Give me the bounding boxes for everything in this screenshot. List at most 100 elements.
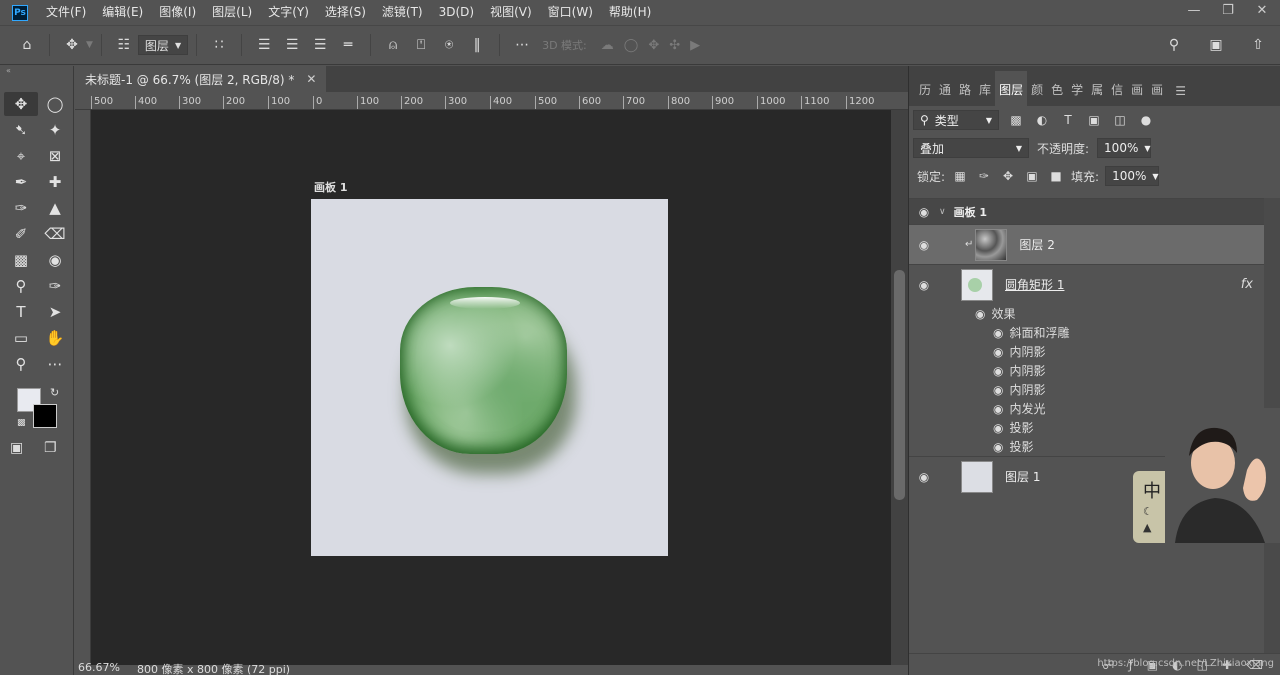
workspace-icon[interactable]: ▣ — [1205, 34, 1227, 56]
shape-filter-icon[interactable]: ▣ — [1085, 113, 1103, 127]
eye-icon[interactable]: ◉ — [993, 402, 1003, 416]
auto-select-icon[interactable]: ☷ — [113, 34, 135, 56]
more-options-icon[interactable]: ⋯ — [511, 34, 533, 56]
vertical-scrollbar[interactable] — [891, 110, 908, 665]
align-center-icon[interactable]: ☰ — [281, 34, 303, 56]
menu-edit[interactable]: 编辑(E) — [94, 0, 151, 25]
effects-header[interactable]: ◉ 效果 — [909, 304, 1265, 323]
type-filter-icon[interactable]: T — [1059, 113, 1077, 127]
eyedropper-icon[interactable]: ✒ — [4, 170, 38, 194]
layer-row[interactable]: ◉ ↵ 图层 2 — [909, 224, 1265, 264]
menu-window[interactable]: 窗口(W) — [540, 0, 601, 25]
crop-tool-icon[interactable]: ⌖ — [4, 144, 38, 168]
blur-tool-icon[interactable]: ◉ — [38, 248, 72, 272]
menu-3d[interactable]: 3D(D) — [431, 0, 482, 25]
skin-icon[interactable]: ▲ — [1143, 521, 1151, 534]
eye-icon[interactable]: ◉ — [993, 383, 1003, 397]
document-tab[interactable]: 未标题-1 @ 66.7% (图层 2, RGB/8) * ✕ — [75, 66, 327, 92]
healing-brush-icon[interactable]: ✚ — [38, 170, 72, 194]
pen-tool-icon[interactable]: ✑ — [38, 274, 72, 298]
punctuation-icon[interactable]: ☾ — [1143, 505, 1153, 518]
swap-colors-icon[interactable]: ↻ — [50, 386, 59, 399]
filter-kind-dropdown[interactable]: ⚲ 类型 ▼ — [913, 110, 999, 130]
eye-icon[interactable]: ◉ — [993, 440, 1003, 454]
layer-name[interactable]: 图层 2 — [1019, 236, 1054, 253]
layer-group-row[interactable]: ◉ ∨ 画板 1 — [909, 198, 1265, 224]
eye-icon[interactable]: ◉ — [975, 307, 985, 321]
lock-all-icon[interactable]: ■ — [1047, 169, 1065, 183]
layer-fx-badge[interactable]: fx — [1241, 277, 1253, 292]
lock-transparent-icon[interactable]: ▦ — [951, 169, 969, 183]
menu-layer[interactable]: 图层(L) — [204, 0, 260, 25]
align-left-icon[interactable]: ☰ — [253, 34, 275, 56]
menu-image[interactable]: 图像(I) — [151, 0, 204, 25]
tab-libraries[interactable]: 库 — [975, 81, 995, 106]
menu-file[interactable]: 文件(F) — [38, 0, 94, 25]
layer-row[interactable]: ◉ 圆角矩形 1 fx — [909, 264, 1265, 304]
scrollbar-thumb[interactable] — [894, 270, 905, 500]
brush-tool-icon[interactable]: ✑ — [4, 196, 38, 220]
adjustment-filter-icon[interactable]: ◐ — [1033, 113, 1051, 127]
ime-mode[interactable]: 中 — [1143, 477, 1161, 503]
menu-help[interactable]: 帮助(H) — [601, 0, 659, 25]
fill-field[interactable]: 100% ▼ — [1105, 166, 1160, 186]
document-info[interactable]: 800 像素 x 800 像素 (72 ppi) — [137, 661, 290, 675]
eraser-icon[interactable]: ⌫ — [38, 222, 72, 246]
blend-mode-dropdown[interactable]: 叠加 ▼ — [913, 138, 1029, 158]
eye-icon[interactable]: ◉ — [909, 278, 939, 292]
distribute-icon[interactable]: ═ — [337, 34, 359, 56]
align-top-icon[interactable]: ⍝ — [382, 34, 404, 56]
eye-icon[interactable]: ◉ — [993, 345, 1003, 359]
tab-info[interactable]: 信 — [1107, 81, 1127, 106]
tab-brush-settings[interactable]: 画 — [1147, 81, 1167, 106]
eye-icon[interactable]: ◉ — [909, 205, 939, 219]
smart-object-filter-icon[interactable]: ◫ — [1111, 113, 1129, 127]
pixel-filter-icon[interactable]: ▩ — [1007, 113, 1025, 127]
quick-mask-icon[interactable]: ▣ — [10, 440, 23, 456]
move-tool-icon[interactable]: ✥ — [4, 92, 38, 116]
search-icon[interactable]: ⚲ — [1163, 34, 1185, 56]
lock-pixels-icon[interactable]: ✑ — [975, 169, 993, 183]
menu-filter[interactable]: 滤镜(T) — [374, 0, 431, 25]
magic-wand-icon[interactable]: ✦ — [38, 118, 72, 142]
marquee-tool-icon[interactable]: ◯ — [38, 92, 72, 116]
close-icon[interactable]: ✕ — [306, 72, 316, 86]
menu-select[interactable]: 选择(S) — [317, 0, 374, 25]
tab-brushes[interactable]: 画 — [1127, 81, 1147, 106]
tab-paths[interactable]: 路 — [955, 81, 975, 106]
effect-item[interactable]: ◉ 斜面和浮雕 — [909, 323, 1265, 342]
auto-select-dropdown[interactable]: 图层 ▼ — [137, 35, 189, 55]
artboard[interactable] — [311, 199, 668, 556]
distribute-vertical-icon[interactable]: ‖ — [466, 34, 488, 56]
menu-type[interactable]: 文字(Y) — [260, 0, 317, 25]
artboard-label[interactable]: 画板 1 — [314, 179, 347, 195]
restore-icon[interactable]: ❐ — [1218, 3, 1238, 18]
gradient-tool-icon[interactable]: ▩ — [4, 248, 38, 272]
canvas-area[interactable]: 画板 1 — [91, 110, 891, 665]
tab-channels[interactable]: 通 — [935, 81, 955, 106]
default-colors-icon[interactable]: ▩ — [17, 418, 26, 428]
history-brush-icon[interactable]: ✐ — [4, 222, 38, 246]
eye-icon[interactable]: ◉ — [993, 326, 1003, 340]
layer-name[interactable]: 图层 1 — [1005, 468, 1040, 485]
jade-shape[interactable] — [400, 287, 567, 454]
lock-position-icon[interactable]: ✥ — [999, 169, 1017, 183]
align-right-icon[interactable]: ☰ — [309, 34, 331, 56]
screen-mode-icon[interactable]: ❐ — [44, 440, 57, 456]
effect-item[interactable]: ◉ 内阴影 — [909, 342, 1265, 361]
layer-name[interactable]: 圆角矩形 1 — [1005, 276, 1064, 293]
minimize-icon[interactable]: — — [1184, 3, 1204, 18]
path-select-icon[interactable]: ➤ — [38, 300, 72, 324]
stamp-tool-icon[interactable]: ▲ — [38, 196, 72, 220]
menu-view[interactable]: 视图(V) — [482, 0, 540, 25]
eye-icon[interactable]: ◉ — [993, 364, 1003, 378]
tab-layers[interactable]: 图层 — [995, 71, 1028, 106]
more-tools-icon[interactable]: ⋯ — [38, 352, 72, 376]
panel-menu-icon[interactable]: ☰ — [1171, 84, 1190, 106]
align-middle-icon[interactable]: ⍞ — [410, 34, 432, 56]
chevron-down-icon[interactable]: ∨ — [939, 207, 946, 217]
hand-tool-icon[interactable]: ✋ — [38, 326, 72, 350]
align-bottom-icon[interactable]: ⍟ — [438, 34, 460, 56]
share-icon[interactable]: ⇧ — [1247, 34, 1269, 56]
background-color-swatch[interactable] — [33, 404, 57, 428]
